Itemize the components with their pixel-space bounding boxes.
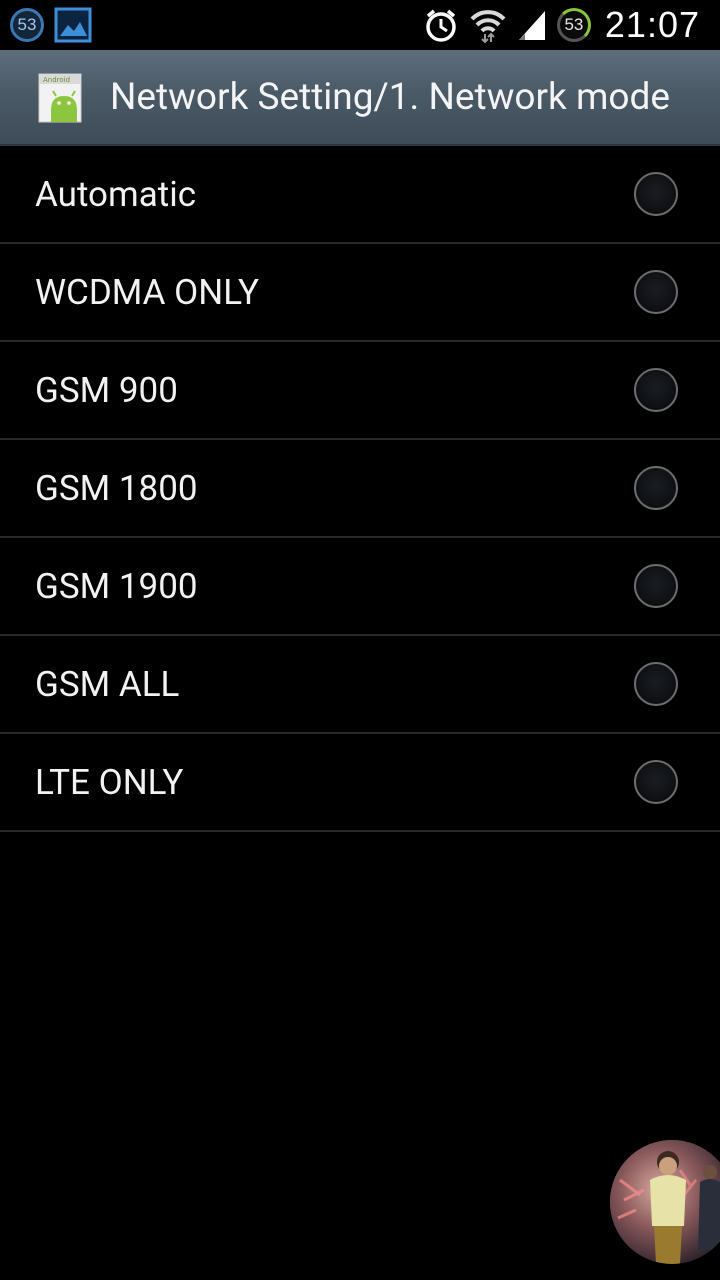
status-bar-right: 53 21:07 [423, 0, 700, 50]
option-label: Automatic [35, 174, 197, 215]
option-gsm-1800[interactable]: GSM 1800 [0, 440, 720, 538]
option-automatic[interactable]: Automatic [0, 146, 720, 244]
android-app-icon[interactable]: Android [37, 72, 83, 126]
radio-button[interactable] [634, 564, 678, 608]
radio-button[interactable] [634, 172, 678, 216]
gallery-icon [54, 7, 92, 43]
battery-badge-icon: 53 [556, 8, 591, 42]
option-label: GSM ALL [35, 664, 180, 705]
radio-button[interactable] [634, 270, 678, 314]
network-mode-list: Automatic WCDMA ONLY GSM 900 GSM 1800 GS… [0, 146, 720, 832]
status-bar-left: 53 [10, 5, 92, 45]
status-time: 21:07 [604, 4, 700, 45]
battery-badge-text: 53 [564, 15, 584, 34]
option-label: GSM 900 [35, 370, 178, 411]
option-label: GSM 1900 [35, 566, 198, 607]
chat-head-avatar[interactable] [610, 1140, 720, 1264]
wifi-icon [470, 10, 506, 44]
option-label: LTE ONLY [35, 762, 184, 803]
option-wcdma-only[interactable]: WCDMA ONLY [0, 244, 720, 342]
option-gsm-900[interactable]: GSM 900 [0, 342, 720, 440]
count-badge-icon: 53 [10, 8, 44, 42]
radio-button[interactable] [634, 760, 678, 804]
app-icon-caption: Android [43, 76, 70, 84]
radio-button[interactable] [634, 662, 678, 706]
page-title: Network Setting/1. Network mode [110, 76, 671, 119]
radio-button[interactable] [634, 368, 678, 412]
chat-head-photo [610, 1140, 720, 1264]
option-lte-only[interactable]: LTE ONLY [0, 734, 720, 832]
option-gsm-all[interactable]: GSM ALL [0, 636, 720, 734]
count-badge-text: 53 [17, 15, 37, 34]
action-bar: Android Network Setting/1. Network mode [0, 50, 720, 146]
alarm-icon [426, 9, 456, 42]
signal-icon [518, 11, 545, 40]
option-label: GSM 1800 [35, 468, 198, 509]
option-gsm-1900[interactable]: GSM 1900 [0, 538, 720, 636]
radio-button[interactable] [634, 466, 678, 510]
option-label: WCDMA ONLY [35, 272, 260, 313]
status-bar: 53 53 21:07 [0, 0, 720, 50]
